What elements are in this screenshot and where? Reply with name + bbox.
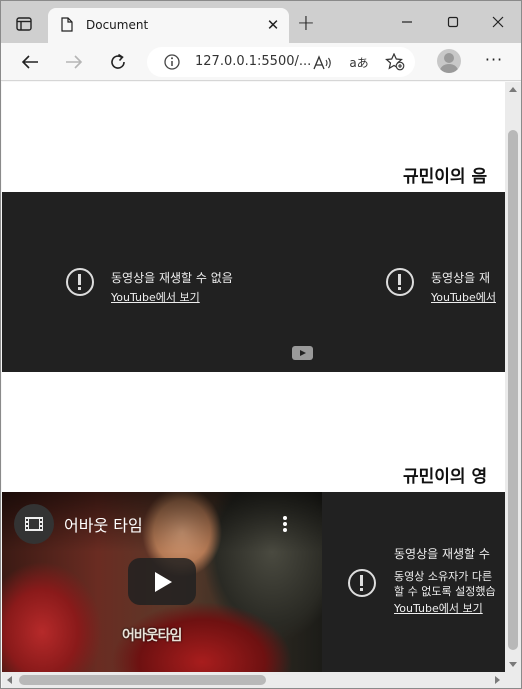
- scroll-down-icon[interactable]: [509, 662, 517, 667]
- video-embed-row-1: 동영상을 재생할 수 없음 YouTube에서 보기 동영상을 재 YouTub…: [2, 192, 505, 372]
- alert-icon: [348, 569, 376, 597]
- youtube-link[interactable]: YouTube에서 보기: [111, 289, 200, 305]
- alert-icon: [66, 268, 94, 296]
- youtube-link[interactable]: YouTube에서 보기: [394, 600, 483, 616]
- read-aloud-icon[interactable]: [313, 54, 333, 72]
- plus-icon[interactable]: +: [295, 13, 317, 36]
- error-message: 동영상을 재생할 수: [394, 547, 490, 561]
- error-message: 동영상을 재: [431, 271, 491, 285]
- profile-icon[interactable]: [437, 49, 461, 73]
- scroll-left-icon[interactable]: [7, 676, 12, 684]
- tab-bar: Document ✕ +: [1, 1, 521, 43]
- url-text[interactable]: 127.0.0.1:5500/...: [195, 54, 311, 69]
- thumbnail-caption: 어바웃타임: [122, 628, 182, 644]
- horizontal-scroll-thumb[interactable]: [19, 675, 266, 685]
- forward-icon: [66, 55, 83, 69]
- vertical-scrollbar[interactable]: [505, 82, 521, 672]
- address-toolbar: 127.0.0.1:5500/... aあ ···: [1, 43, 521, 81]
- maximize-icon[interactable]: [442, 11, 464, 33]
- tab-title: Document: [86, 18, 149, 32]
- youtube-logo-icon[interactable]: [292, 346, 313, 360]
- tab-actions-icon: [16, 17, 32, 31]
- refresh-icon: [111, 53, 125, 69]
- back-icon: [21, 55, 38, 69]
- tab-actions-button[interactable]: [11, 12, 37, 36]
- close-icon[interactable]: ✕: [264, 16, 282, 34]
- alert-icon: [386, 268, 414, 296]
- page-icon: [61, 17, 73, 32]
- section1-heading: 규민이의 음: [403, 167, 488, 187]
- info-icon[interactable]: [163, 53, 181, 71]
- youtube-link[interactable]: YouTube에서: [431, 289, 496, 305]
- more-icon[interactable]: ···: [482, 50, 506, 74]
- refresh-button[interactable]: [106, 50, 130, 74]
- scroll-right-icon[interactable]: [495, 676, 500, 684]
- window-close-icon[interactable]: [487, 11, 509, 33]
- back-button[interactable]: [18, 50, 42, 74]
- profile-head: [444, 53, 454, 63]
- video-title[interactable]: 어바웃 타임: [64, 512, 143, 536]
- browser-window: Document ✕ + 127.0.0.1:5500/... aあ ··· 규…: [0, 0, 522, 689]
- play-button[interactable]: [128, 558, 196, 605]
- address-bar[interactable]: 127.0.0.1:5500/...: [147, 47, 415, 77]
- scroll-up-icon[interactable]: [509, 87, 517, 92]
- channel-avatar[interactable]: [14, 504, 54, 544]
- favorites-add-icon[interactable]: [385, 53, 405, 71]
- translate-icon[interactable]: aあ: [347, 53, 371, 71]
- kebab-menu-icon[interactable]: [278, 514, 292, 534]
- section2-heading: 규민이의 영: [403, 467, 488, 487]
- video-thumbnail[interactable]: 어바웃 타임 어바웃타임: [2, 492, 322, 672]
- forward-button[interactable]: [62, 50, 86, 74]
- vertical-scroll-thumb[interactable]: [508, 130, 518, 650]
- error-detail-line2: 할 수 없도록 설정했습: [394, 585, 496, 598]
- video-embed-row-2: 어바웃 타임 어바웃타임 동영상을 재생할 수 동영상 소유자가 다른 할 수 …: [2, 492, 505, 672]
- tab-document[interactable]: Document ✕: [48, 8, 289, 43]
- error-message: 동영상을 재생할 수 없음: [111, 271, 233, 285]
- minimize-icon[interactable]: [396, 11, 418, 33]
- horizontal-scrollbar[interactable]: [2, 672, 505, 688]
- error-detail-line1: 동영상 소유자가 다른: [394, 570, 493, 583]
- scrollbar-corner: [505, 672, 521, 688]
- page-viewport: 규민이의 음 동영상을 재생할 수 없음 YouTube에서 보기 동영상을 재…: [2, 82, 505, 672]
- film-icon: [25, 517, 43, 531]
- profile-body: [440, 64, 458, 73]
